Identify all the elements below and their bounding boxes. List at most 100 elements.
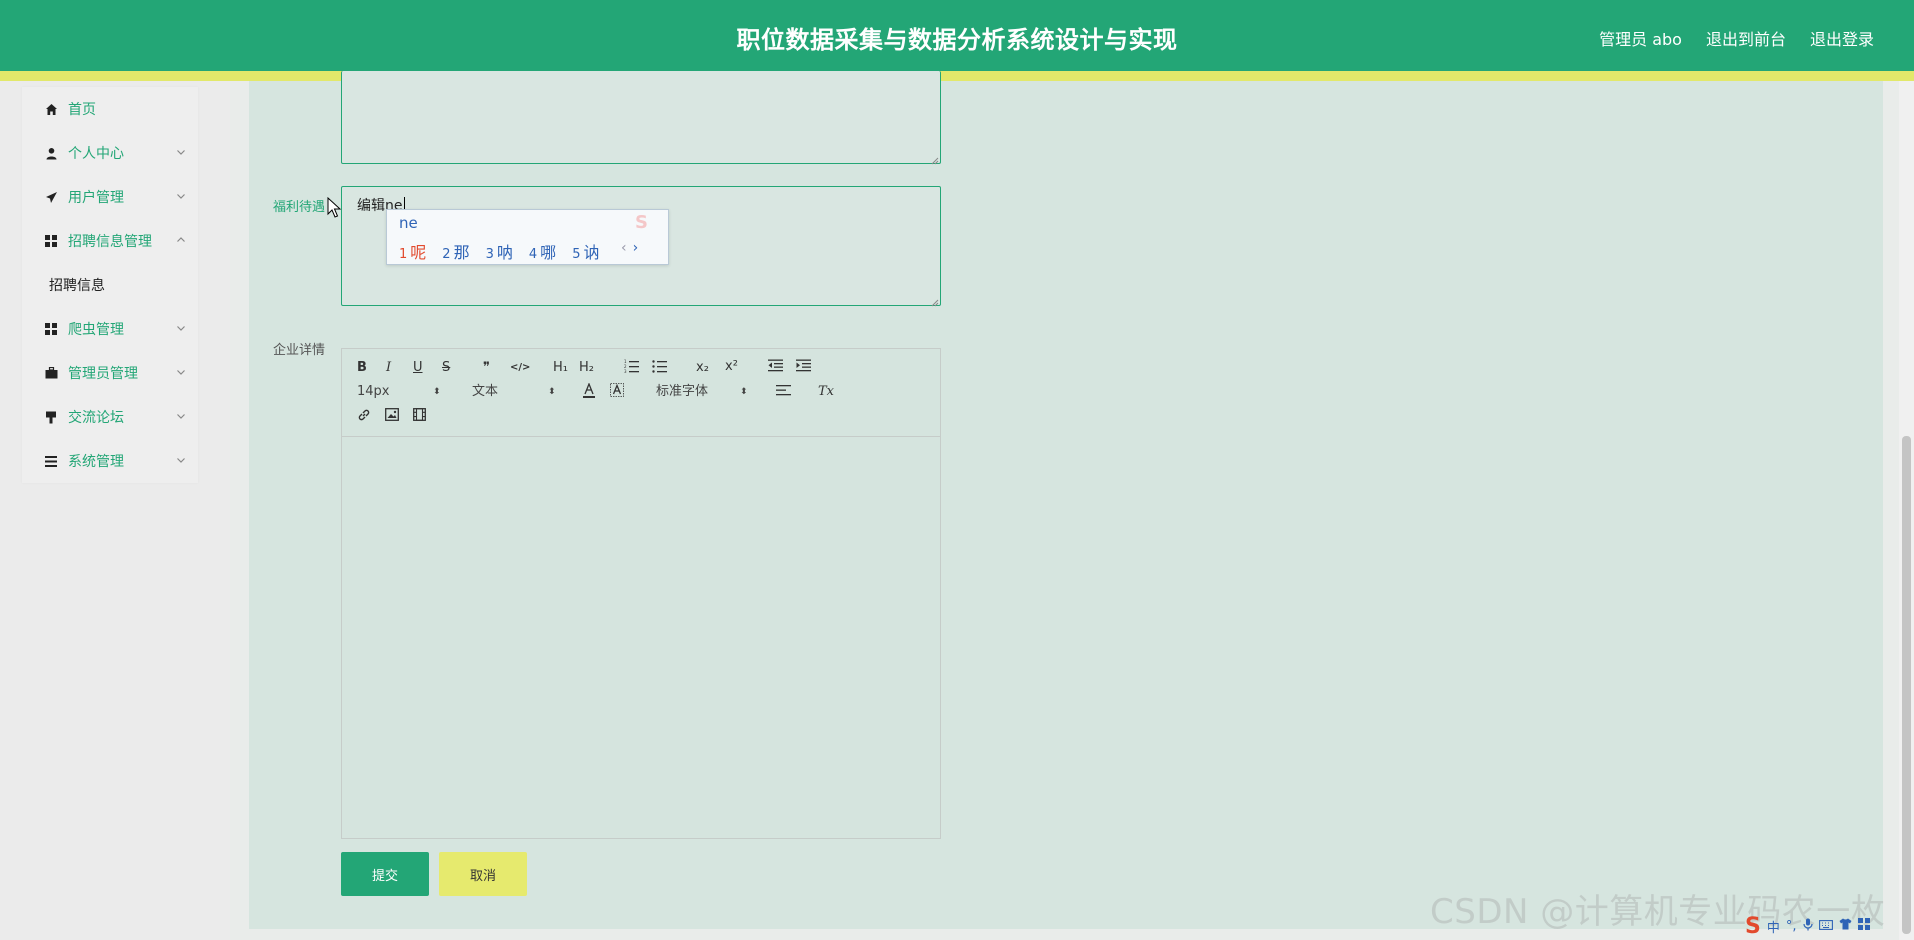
indent-icon[interactable] xyxy=(796,359,811,377)
paper-plane-icon xyxy=(44,190,58,204)
ime-candidate[interactable]: 1呢 xyxy=(399,239,426,263)
sogou-logo-icon: S xyxy=(635,212,648,233)
ime-candidates: 1呢 2那 3呐 4哪 5讷 xyxy=(399,239,599,263)
sidebar-item-label: 爬虫管理 xyxy=(68,322,124,338)
ime-language-indicator[interactable]: 中 xyxy=(1767,917,1780,936)
underline-button[interactable]: U xyxy=(413,360,423,376)
sidebar-item-label: 个人中心 xyxy=(68,146,124,162)
editor-toolbar: B I U S ❞ </> H₁ H₂ 123 x₂ x² 14px ⬍ 文本 … xyxy=(342,349,940,437)
ime-prev-page-button[interactable]: ‹ xyxy=(621,240,627,256)
chevron-down-icon xyxy=(176,365,186,381)
strikethrough-button[interactable]: S xyxy=(442,360,450,376)
background-color-icon[interactable] xyxy=(610,383,624,404)
subscript-button[interactable]: x₂ xyxy=(696,360,709,376)
ime-candidate[interactable]: 4哪 xyxy=(529,239,556,263)
link-icon[interactable] xyxy=(357,408,371,427)
sidebar-item-users[interactable]: 用户管理 xyxy=(22,175,198,219)
font-size-select[interactable]: 14px ⬍ xyxy=(357,384,442,400)
skin-shirt-icon[interactable] xyxy=(1839,918,1852,934)
select-arrows-icon: ⬍ xyxy=(433,387,441,397)
ime-next-page-button[interactable]: › xyxy=(633,240,639,256)
keyboard-icon[interactable] xyxy=(1818,919,1833,934)
sidebar-item-forum[interactable]: 交流论坛 xyxy=(22,395,198,439)
font-family-select[interactable]: 标准字体 ⬍ xyxy=(656,384,750,400)
code-block-button[interactable]: </> xyxy=(510,360,530,376)
chevron-down-icon xyxy=(176,409,186,425)
chevron-down-icon xyxy=(176,453,186,469)
ime-pinyin-input: ne xyxy=(399,214,418,232)
cancel-button[interactable]: 取消 xyxy=(439,852,527,896)
home-icon xyxy=(44,102,58,116)
chevron-down-icon xyxy=(176,145,186,161)
briefcase-icon xyxy=(44,366,58,380)
sidebar-item-label: 系统管理 xyxy=(68,454,124,470)
ime-candidate[interactable]: 2那 xyxy=(442,239,469,263)
sidebar: 首页 个人中心 用户管理 招聘信息管理 招聘信息 爬虫管理 管理员管理 交流论坛… xyxy=(0,81,230,940)
user-icon xyxy=(44,146,58,160)
submit-button[interactable]: 提交 xyxy=(341,852,429,896)
admin-user-label[interactable]: 管理员 abo xyxy=(1599,26,1682,50)
sidebar-item-recruitment[interactable]: 招聘信息管理 xyxy=(22,219,198,263)
toolbox-grid-icon[interactable] xyxy=(1857,918,1870,934)
sidebar-item-system[interactable]: 系统管理 xyxy=(22,439,198,483)
sidebar-item-home[interactable]: 首页 xyxy=(22,87,198,131)
video-icon[interactable] xyxy=(413,408,426,426)
ime-candidate-popup: ne S 1呢 2那 3呐 4哪 5讷 ‹ › xyxy=(386,209,669,265)
chevron-down-icon xyxy=(176,233,186,249)
microphone-icon[interactable] xyxy=(1802,918,1813,935)
list-icon xyxy=(44,454,58,468)
sidebar-item-label: 交流论坛 xyxy=(68,410,124,426)
previous-textarea[interactable] xyxy=(341,71,941,165)
ime-status-tray: S 中 °, xyxy=(1743,912,1914,940)
sogou-tray-logo-icon[interactable]: S xyxy=(1745,914,1761,939)
brush-icon xyxy=(44,410,58,424)
sidebar-item-label: 招聘信息管理 xyxy=(68,234,152,250)
ime-candidate[interactable]: 5讷 xyxy=(572,239,599,263)
ime-page-nav: ‹ › xyxy=(621,240,638,256)
text-type-select[interactable]: 文本 ⬍ xyxy=(472,384,557,400)
bold-button[interactable]: B xyxy=(357,360,367,376)
grid-icon xyxy=(44,234,58,248)
superscript-button[interactable]: x² xyxy=(725,359,738,375)
svg-text:3: 3 xyxy=(624,369,627,373)
header-links: 管理员 abo 退出到前台 退出登录 xyxy=(1599,26,1874,50)
grid-icon xyxy=(44,322,58,336)
sidebar-item-crawler[interactable]: 爬虫管理 xyxy=(22,307,198,351)
sidebar-menu: 首页 个人中心 用户管理 招聘信息管理 招聘信息 爬虫管理 管理员管理 交流论坛… xyxy=(22,87,198,483)
sidebar-subitem-recruitment-info[interactable]: 招聘信息 xyxy=(22,263,198,307)
resize-handle-icon[interactable] xyxy=(931,154,939,165)
outdent-icon[interactable] xyxy=(768,359,783,377)
header2-button[interactable]: H₂ xyxy=(579,360,594,376)
chevron-down-icon xyxy=(176,189,186,205)
punctuation-icon[interactable]: °, xyxy=(1786,919,1797,934)
bullet-list-icon[interactable] xyxy=(652,359,667,378)
sidebar-item-label: 首页 xyxy=(68,102,96,118)
ordered-list-icon[interactable]: 123 xyxy=(624,359,639,378)
sidebar-item-profile[interactable]: 个人中心 xyxy=(22,131,198,175)
editor-content-area[interactable] xyxy=(342,437,940,838)
mouse-cursor-icon xyxy=(327,197,341,218)
rich-text-editor: B I U S ❞ </> H₁ H₂ 123 x₂ x² 14px ⬍ 文本 … xyxy=(341,348,941,839)
ime-candidate[interactable]: 3呐 xyxy=(486,239,513,263)
image-icon[interactable] xyxy=(385,408,399,426)
logout-link[interactable]: 退出登录 xyxy=(1810,26,1874,50)
sidebar-item-admins[interactable]: 管理员管理 xyxy=(22,351,198,395)
align-icon[interactable] xyxy=(776,384,791,402)
header1-button[interactable]: H₁ xyxy=(553,360,568,376)
company-details-label: 企业详情 xyxy=(273,343,326,358)
scrollbar-thumb[interactable] xyxy=(1902,436,1911,934)
select-arrows-icon: ⬍ xyxy=(548,387,556,397)
sidebar-item-label: 用户管理 xyxy=(68,190,124,206)
italic-button[interactable]: I xyxy=(386,360,391,376)
chevron-down-icon xyxy=(176,321,186,337)
welfare-label: 福利待遇 xyxy=(273,200,326,215)
top-header: 职位数据采集与数据分析系统设计与实现 管理员 abo 退出到前台 退出登录 xyxy=(0,0,1914,71)
back-to-frontend-link[interactable]: 退出到前台 xyxy=(1706,26,1786,50)
font-color-icon[interactable] xyxy=(582,382,596,404)
header-accent-stripe xyxy=(0,71,1914,81)
select-arrows-icon: ⬍ xyxy=(740,387,748,397)
blockquote-button[interactable]: ❞ xyxy=(483,360,490,376)
resize-handle-icon[interactable] xyxy=(931,296,939,307)
clear-format-button[interactable]: Tx xyxy=(818,384,834,400)
sidebar-item-label: 管理员管理 xyxy=(68,366,138,382)
